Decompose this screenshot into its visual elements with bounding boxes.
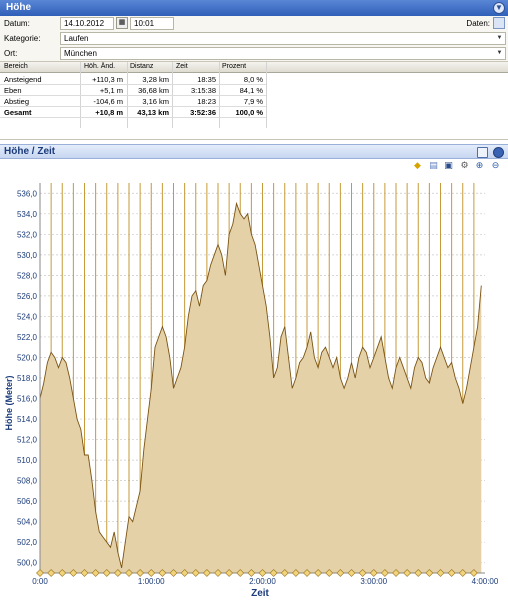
table-cell: 3:15:38 (190, 86, 216, 95)
table-cell: +5,1 m (99, 86, 123, 95)
column-header[interactable]: Zeit (176, 63, 188, 70)
y-tick-label: 510,0 (17, 456, 38, 465)
table-cell: 3,28 km (142, 75, 169, 84)
x-tick-label: 0:00 (32, 577, 48, 586)
table-row[interactable]: Abstieg -104,6 m 3,16 km 18:23 7,9 % (0, 96, 266, 107)
elevation-chart[interactable]: 500,0 502,0 504,0 506,0 508,0 510,0 512,0 514,0… (0, 173, 508, 600)
save-icon[interactable]: ▣ (443, 160, 454, 171)
table-cell: +10,8 m (95, 108, 123, 117)
chart-toolbar: ◆ ▤ ▣ ⚙ ⊕ ⊖ (0, 159, 508, 173)
x-tick-label: 1:00:00 (138, 577, 165, 586)
ort-label: Ort: (4, 49, 18, 58)
table-cell: Eben (4, 86, 22, 95)
marker-icon[interactable]: ◆ (412, 160, 423, 171)
x-tick-label: 2:00:00 (249, 577, 276, 586)
summary-table: Bereich Höh. Änd. Distanz Zeit Prozent A… (0, 62, 508, 140)
column-header[interactable]: Höh. Änd. (84, 63, 115, 70)
x-tick-label: 3:00:00 (360, 577, 387, 586)
kategorie-label: Kategorie: (4, 34, 41, 43)
zoom-out-icon[interactable]: ⊖ (490, 160, 501, 171)
table-cell: 100,0 % (235, 108, 263, 117)
column-header[interactable]: Distanz (130, 63, 153, 70)
y-tick-label: 508,0 (17, 477, 38, 486)
x-axis-label: Zeit (251, 588, 269, 599)
x-tick-label: 4:00:00 (472, 577, 499, 586)
table-cell: 36,68 km (138, 86, 169, 95)
window-titlebar: Höhe ▼ (0, 0, 508, 16)
daten-label: Daten: (466, 19, 490, 28)
table-cell: 43,13 km (137, 108, 169, 117)
calendar-icon[interactable]: ▦ (116, 17, 128, 29)
kategorie-row: Kategorie: Laufen ▼ (0, 31, 508, 46)
y-tick-label: 506,0 (17, 497, 38, 506)
table-cell: Gesamt (4, 108, 32, 117)
chevron-down-icon[interactable]: ▼ (495, 34, 504, 43)
table-cell: +110,3 m (92, 75, 123, 84)
kategorie-select[interactable]: Laufen ▼ (60, 32, 506, 45)
y-tick-label: 518,0 (17, 374, 38, 383)
date-field[interactable]: 14.10.2012 (60, 17, 114, 30)
table-cell: 7,9 % (243, 97, 263, 106)
zoom-in-icon[interactable]: ⊕ (474, 160, 485, 171)
table-cell: Abstieg (4, 97, 30, 106)
datum-label: Datum: (4, 19, 30, 28)
chart-panel-header: Höhe / Zeit (0, 144, 508, 159)
window-title: Höhe (6, 2, 31, 13)
y-tick-label: 532,0 (17, 230, 38, 239)
y-tick-label: 526,0 (17, 292, 38, 301)
table-cell: 3,16 km (142, 97, 169, 106)
y-tick-label: 512,0 (17, 436, 38, 445)
y-tick-label: 520,0 (17, 353, 38, 362)
kategorie-value: Laufen (64, 34, 89, 43)
ort-value: München (64, 49, 97, 58)
y-axis-label: Höhe (Meter) (4, 375, 14, 430)
table-row[interactable]: Ansteigend +110,3 m 3,28 km 18:35 8,0 % (0, 74, 266, 85)
chevron-down-icon[interactable]: ▼ (493, 2, 505, 14)
column-header[interactable]: Prozent (222, 63, 246, 70)
y-tick-label: 500,0 (17, 559, 38, 568)
options-icon[interactable] (477, 147, 488, 158)
table-cell: 84,1 % (239, 86, 263, 95)
table-cell: Ansteigend (4, 75, 42, 84)
chart-panel-title: Höhe / Zeit (4, 146, 56, 157)
chevron-down-icon[interactable]: ▼ (495, 49, 504, 58)
table-row-total[interactable]: Gesamt +10,8 m 43,13 km 3:52:36 100,0 % (0, 107, 266, 118)
y-tick-label: 514,0 (17, 415, 38, 424)
chart-type-icon[interactable]: ▤ (428, 160, 439, 171)
collapse-icon[interactable] (493, 147, 504, 158)
time-field[interactable]: 10:01 (130, 17, 174, 30)
settings-icon[interactable]: ⚙ (459, 160, 470, 171)
table-header: Bereich Höh. Änd. Distanz Zeit Prozent (0, 62, 508, 73)
ort-row: Ort: München ▼ (0, 46, 508, 61)
y-tick-label: 504,0 (17, 518, 38, 527)
y-tick-label: 502,0 (17, 538, 38, 547)
table-cell: 18:35 (197, 75, 216, 84)
y-tick-label: 522,0 (17, 333, 38, 342)
export-icon[interactable] (493, 17, 505, 29)
table-row[interactable]: Eben +5,1 m 36,68 km 3:15:38 84,1 % (0, 85, 266, 96)
y-tick-label: 534,0 (17, 210, 38, 219)
y-tick-label: 530,0 (17, 251, 38, 260)
datum-row: Datum: 14.10.2012 ▦ 10:01 Daten: (0, 16, 508, 31)
time-value: 10:01 (134, 19, 155, 28)
column-header[interactable]: Bereich (4, 63, 28, 70)
y-tick-label: 524,0 (17, 312, 38, 321)
detail-form: Datum: 14.10.2012 ▦ 10:01 Daten: Kategor… (0, 16, 508, 62)
table-cell: -104,6 m (93, 97, 123, 106)
y-tick-label: 528,0 (17, 271, 38, 280)
ort-select[interactable]: München ▼ (60, 47, 506, 60)
y-tick-label: 516,0 (17, 395, 38, 404)
date-value: 14.10.2012 (64, 19, 105, 28)
table-cell: 8,0 % (243, 75, 263, 84)
table-cell: 18:23 (197, 97, 216, 106)
y-tick-label: 536,0 (17, 189, 38, 198)
table-cell: 3:52:36 (190, 108, 216, 117)
